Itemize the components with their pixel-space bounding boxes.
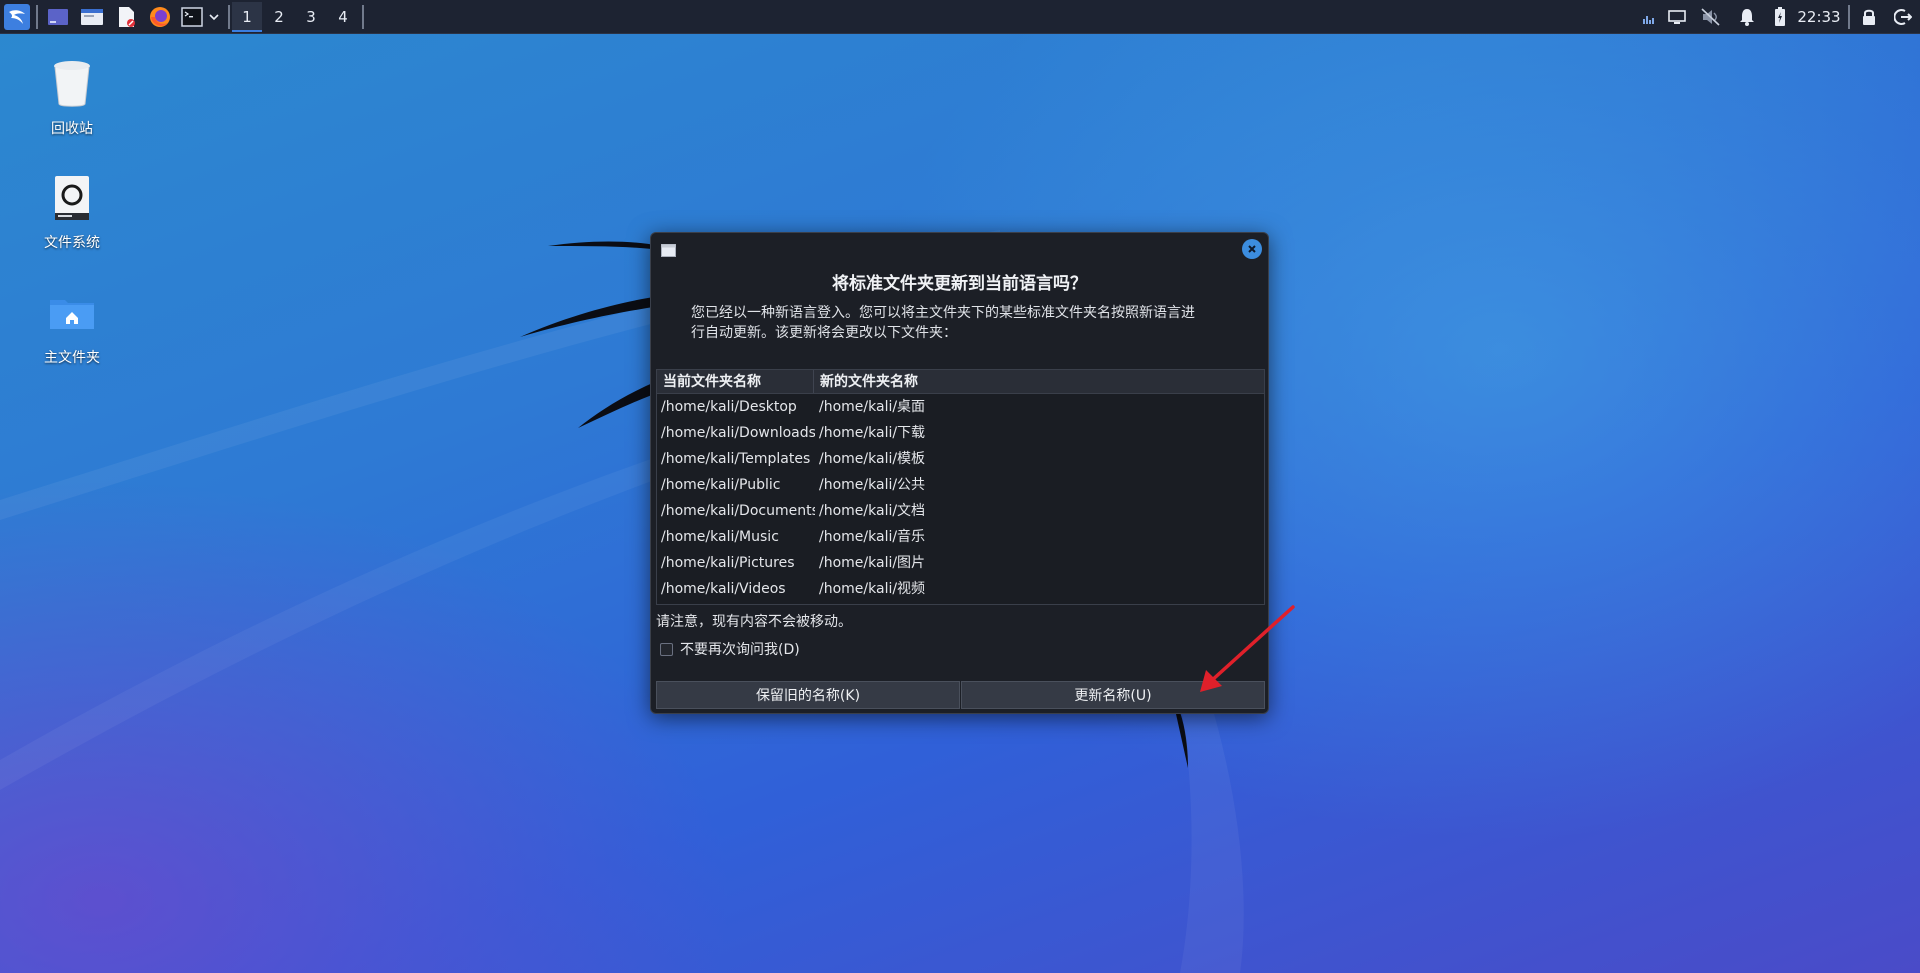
current-folder-cell: /home/kali/Videos	[661, 581, 786, 597]
current-folder-cell: /home/kali/Public	[661, 477, 781, 493]
lock-icon[interactable]	[1858, 0, 1880, 34]
window-icon	[661, 242, 676, 257]
desktop-filesystem[interactable]: 文件系统	[17, 172, 127, 252]
text-editor-icon[interactable]	[112, 3, 140, 31]
display-icon[interactable]	[1664, 0, 1690, 34]
folder-table: 当前文件夹名称 新的文件夹名称 /home/kali/Desktop /home…	[656, 369, 1265, 605]
new-folder-cell: /home/kali/公共	[819, 477, 926, 493]
current-folder-cell: /home/kali/Desktop	[661, 399, 797, 415]
new-folder-cell: /home/kali/模板	[819, 451, 926, 467]
table-row[interactable]: /home/kali/Documents /home/kali/文档	[657, 498, 1264, 524]
dialog-description: 您已经以一种新语言登入。您可以将主文件夹下的某些标准文件夹名按照新语言进 行自动…	[691, 303, 1231, 343]
column-header-current[interactable]: 当前文件夹名称	[657, 370, 814, 393]
annotation-arrow-icon	[1200, 605, 1295, 692]
desktop-icon[interactable]	[44, 3, 72, 31]
update-folders-dialog: 将标准文件夹更新到当前语言吗？ 您已经以一种新语言登入。您可以将主文件夹下的某些…	[650, 232, 1269, 714]
table-row[interactable]: /home/kali/Videos /home/kali/视频	[657, 576, 1264, 602]
move-note: 请注意，现有内容不会被移动。	[656, 614, 852, 630]
table-row[interactable]: /home/kali/Desktop /home/kali/桌面	[657, 394, 1264, 420]
desktop-home-folder[interactable]: 主文件夹	[17, 287, 127, 367]
drive-icon	[48, 172, 96, 224]
workspace-1[interactable]: 1	[232, 2, 262, 32]
current-folder-cell: /home/kali/Pictures	[661, 555, 795, 571]
table-row[interactable]: /home/kali/Downloads /home/kali/下载	[657, 420, 1264, 446]
file-manager-icon[interactable]	[78, 3, 106, 31]
desktop-icon-label: 文件系统	[44, 235, 100, 251]
top-panel: 1 2 3 4 22:33	[0, 0, 1920, 34]
description-line: 您已经以一种新语言登入。您可以将主文件夹下的某些标准文件夹名按照新语言进	[691, 305, 1195, 321]
clock[interactable]: 22:33	[1796, 0, 1842, 34]
home-folder-icon	[48, 287, 96, 339]
description-line: 行自动更新。该更新将会更改以下文件夹：	[691, 325, 957, 341]
panel-separator	[1848, 5, 1850, 29]
bell-icon[interactable]	[1734, 0, 1760, 34]
dont-ask-again-checkbox[interactable]	[660, 642, 673, 656]
table-row[interactable]: /home/kali/Public /home/kali/公共	[657, 472, 1264, 498]
new-folder-cell: /home/kali/下载	[819, 425, 926, 441]
table-row[interactable]: /home/kali/Music /home/kali/音乐	[657, 524, 1264, 550]
workspace-2[interactable]: 2	[264, 2, 294, 32]
table-row[interactable]: /home/kali/Pictures /home/kali/图片	[657, 550, 1264, 576]
current-folder-cell: /home/kali/Documents	[661, 503, 815, 519]
desktop-icon-label: 回收站	[51, 121, 93, 137]
panel-separator	[36, 5, 38, 29]
column-header-new[interactable]: 新的文件夹名称	[814, 370, 918, 393]
table-row[interactable]: /home/kali/Templates /home/kali/模板	[657, 446, 1264, 472]
kali-menu-icon[interactable]	[3, 3, 31, 31]
panel-separator	[228, 5, 230, 29]
new-folder-cell: /home/kali/桌面	[819, 399, 926, 415]
battery-icon[interactable]	[1768, 0, 1792, 34]
new-folder-cell: /home/kali/音乐	[819, 529, 926, 545]
dont-ask-again-row[interactable]: 不要再次询问我(D)	[660, 639, 800, 659]
desktop-icon-label: 主文件夹	[44, 350, 100, 366]
trash-icon	[48, 58, 96, 110]
network-graph-icon[interactable]	[1636, 0, 1666, 34]
keep-old-names-button[interactable]: 保留旧的名称(K)	[656, 681, 960, 709]
new-folder-cell: /home/kali/视频	[819, 581, 926, 597]
current-folder-cell: /home/kali/Templates	[661, 451, 811, 467]
desktop-trash[interactable]: 回收站	[17, 58, 127, 138]
firefox-icon[interactable]	[146, 3, 174, 31]
chevron-down-icon[interactable]	[202, 3, 226, 31]
new-folder-cell: /home/kali/文档	[819, 503, 926, 519]
clock-text: 22:33	[1797, 8, 1841, 26]
dialog-title: 将标准文件夹更新到当前语言吗？	[832, 274, 1087, 294]
panel-separator	[362, 5, 364, 29]
dont-ask-again-label[interactable]: 不要再次询问我(D)	[680, 639, 800, 659]
dialog-buttons: 保留旧的名称(K) 更新名称(U)	[656, 681, 1265, 709]
workspace-4[interactable]: 4	[328, 2, 358, 32]
new-folder-cell: /home/kali/图片	[819, 555, 926, 571]
table-header: 当前文件夹名称 新的文件夹名称	[657, 370, 1264, 394]
logout-icon[interactable]	[1890, 0, 1916, 34]
close-icon[interactable]	[1242, 239, 1262, 259]
volume-muted-icon[interactable]	[1698, 0, 1724, 34]
current-folder-cell: /home/kali/Downloads	[661, 425, 815, 441]
workspace-3[interactable]: 3	[296, 2, 326, 32]
current-folder-cell: /home/kali/Music	[661, 529, 779, 545]
